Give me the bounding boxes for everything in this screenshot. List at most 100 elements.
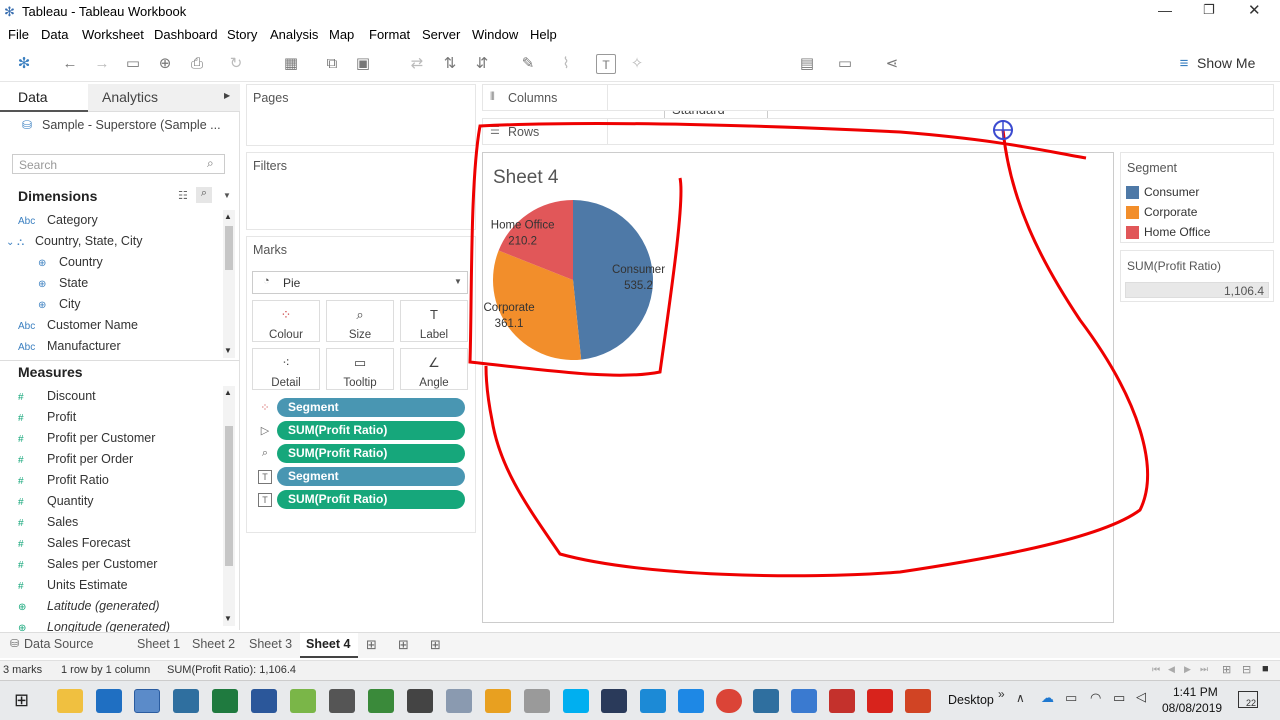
columns-shelf[interactable]: ⦀ Columns	[482, 84, 1274, 111]
menu-dashboard[interactable]: Dashboard	[154, 27, 218, 42]
close-icon[interactable]: ✕	[1248, 1, 1261, 19]
dimension-field[interactable]: Abc Category	[18, 210, 98, 230]
list-view-icon[interactable]: ☷	[178, 189, 188, 202]
chrome-icon[interactable]	[716, 689, 742, 713]
tableau2-icon[interactable]	[753, 689, 779, 713]
scroll-down-icon[interactable]: ▼	[224, 614, 232, 623]
sheet-sorter-icon[interactable]: ⊞	[1222, 663, 1231, 676]
measure-field[interactable]: # Sales	[18, 512, 78, 532]
measure-field[interactable]: # Profit	[18, 407, 76, 427]
pie-chart[interactable]: Consumer 535.2 Corporate 361.1 Home Office 21…	[483, 153, 1115, 624]
skype-icon[interactable]	[563, 689, 589, 713]
mark-type-select[interactable]: ◔ Pie ▼	[252, 271, 468, 294]
wifi-icon[interactable]: ◠	[1090, 690, 1101, 706]
calculator-icon[interactable]	[329, 689, 355, 713]
measure-field[interactable]: # Units Estimate	[18, 575, 128, 595]
pages-shelf[interactable]: Pages	[246, 84, 476, 146]
sort-ascending-icon[interactable]: ⇅	[440, 54, 460, 74]
menu-analysis[interactable]: Analysis	[270, 27, 318, 42]
scroll-thumb[interactable]	[225, 226, 233, 270]
undo-icon[interactable]: ←	[60, 54, 80, 74]
show-me-icon[interactable]: ≡	[1174, 54, 1194, 74]
restore-icon[interactable]: ❐	[1203, 2, 1215, 18]
chevron-icon[interactable]: »	[998, 687, 1005, 701]
tab-analytics[interactable]: Analytics ▶	[88, 84, 240, 112]
measure-field[interactable]: # Quantity	[18, 491, 94, 511]
mark-pill-segment-colour[interactable]: Segment	[277, 398, 465, 417]
fix-axes-icon[interactable]: ✧	[627, 54, 647, 74]
measure-field[interactable]: # Discount	[18, 386, 96, 406]
tableau-prep-icon[interactable]	[173, 689, 199, 713]
new-worksheet-icon[interactable]: ▦	[281, 54, 301, 74]
scroll-up-icon[interactable]: ▲	[224, 212, 232, 221]
tab-sheet-2[interactable]: Sheet 2	[192, 637, 235, 651]
dimension-field[interactable]: ⌄ ⛬ Country, State, City	[6, 231, 142, 251]
dimensions-scrollbar[interactable]: ▲ ▼	[223, 210, 235, 358]
file-explorer-icon[interactable]	[57, 689, 83, 713]
volume-icon[interactable]: ◁	[1136, 689, 1146, 705]
measure-field[interactable]: # Profit per Order	[18, 449, 133, 469]
next-page-icon[interactable]: ▶	[1184, 664, 1191, 675]
network-vpn-icon[interactable]: ▭	[1065, 690, 1077, 706]
angle-button[interactable]: ∠ Angle	[400, 348, 468, 390]
menu-file[interactable]: File	[8, 27, 29, 42]
tray-up-icon[interactable]: ∧	[1016, 691, 1025, 705]
tab-data-source[interactable]: Data Source	[24, 637, 93, 651]
filters-shelf[interactable]: Filters	[246, 152, 476, 230]
battery-icon[interactable]: ▭	[1113, 690, 1125, 706]
presentation-icon[interactable]: ▭	[835, 54, 855, 74]
settings-app-icon[interactable]	[524, 689, 550, 713]
outlook-icon[interactable]	[96, 689, 122, 713]
refresh-icon[interactable]: ↻	[226, 54, 246, 74]
onedrive-icon[interactable]: ☁	[1041, 690, 1054, 706]
folder-app-icon[interactable]	[485, 689, 511, 713]
tableau-home-icon[interactable]: ✻	[14, 54, 34, 74]
last-page-icon[interactable]: ⏭	[1200, 664, 1208, 675]
dimension-field[interactable]: ⊕ State	[18, 273, 88, 293]
windows-start-icon[interactable]: ⊞	[14, 690, 29, 711]
measure-field[interactable]: ⊕ Latitude (generated)	[18, 596, 160, 616]
scroll-down-icon[interactable]: ▼	[224, 346, 232, 355]
menu-data[interactable]: Data	[41, 27, 68, 42]
sort-descending-icon[interactable]: ⇵	[472, 54, 492, 74]
scroll-thumb[interactable]	[225, 426, 233, 566]
find-field-icon[interactable]: ⌕	[196, 187, 212, 203]
pause-updates-icon[interactable]: ⎙	[187, 54, 207, 74]
edge-icon[interactable]	[678, 689, 704, 713]
acrobat-icon[interactable]	[867, 689, 893, 713]
menu-map[interactable]: Map	[329, 27, 354, 42]
menu-help[interactable]: Help	[530, 27, 557, 42]
new-datasource-icon[interactable]: ⊕	[155, 54, 175, 74]
duplicate-sheet-icon[interactable]: ⧉	[322, 54, 342, 74]
tooltip-button[interactable]: ▭ Tooltip	[326, 348, 394, 390]
clock-time[interactable]: 1:41 PM	[1173, 685, 1218, 699]
cards-icon[interactable]: ▤	[797, 54, 817, 74]
menu-format[interactable]: Format	[369, 27, 410, 42]
swap-icon[interactable]: ⇄	[407, 54, 427, 74]
rows-shelf[interactable]: ☰ Rows	[482, 118, 1274, 145]
save-icon[interactable]: ▭	[123, 54, 143, 74]
minimize-icon[interactable]: —	[1158, 2, 1172, 18]
measures-scrollbar[interactable]: ▲ ▼	[223, 386, 235, 626]
photos-icon[interactable]	[407, 689, 433, 713]
menu-window[interactable]: Window	[472, 27, 518, 42]
prev-page-icon[interactable]: ◀	[1168, 664, 1175, 675]
size-button[interactable]: ⌕ Size	[326, 300, 394, 342]
powerpoint-icon[interactable]	[905, 689, 931, 713]
show-me-label[interactable]: Show Me	[1197, 55, 1255, 71]
excel-icon[interactable]	[212, 689, 238, 713]
share-icon[interactable]: ⋖	[882, 54, 902, 74]
datasource-name[interactable]: Sample - Superstore (Sample ...	[42, 118, 221, 132]
legend-item-consumer[interactable]: Consumer	[1144, 185, 1199, 199]
notepad-icon[interactable]	[290, 689, 316, 713]
desktop-toolbar[interactable]: Desktop	[948, 693, 994, 707]
new-worksheet-icon[interactable]: ⊞	[366, 637, 377, 653]
dimension-menu-icon[interactable]: ▼	[223, 191, 231, 200]
tab-sheet-1[interactable]: Sheet 1	[137, 637, 180, 651]
detail-button[interactable]: ⁖ Detail	[252, 348, 320, 390]
notification-icon[interactable]: 22	[1238, 691, 1258, 708]
dimension-field[interactable]: Abc Manufacturer	[18, 336, 121, 356]
tab-data[interactable]: Data	[0, 84, 88, 112]
menu-worksheet[interactable]: Worksheet	[82, 27, 144, 42]
legend-item-home-office[interactable]: Home Office	[1144, 225, 1210, 239]
